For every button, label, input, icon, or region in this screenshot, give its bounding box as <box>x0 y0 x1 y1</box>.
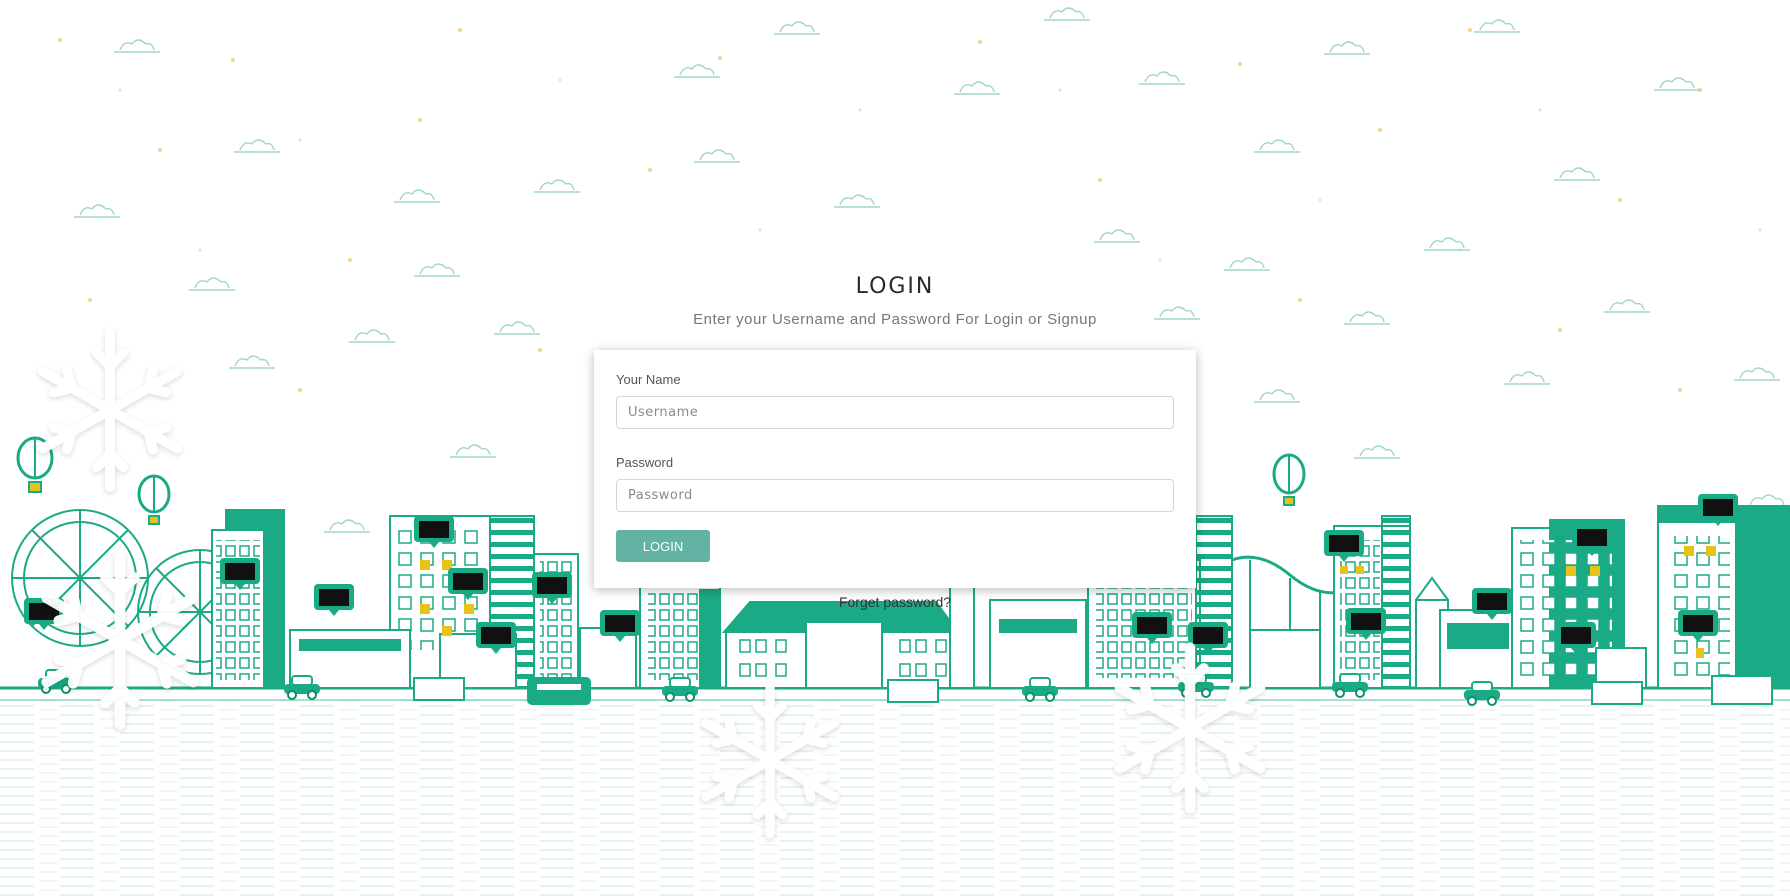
password-input[interactable] <box>616 479 1174 512</box>
password-label: Password <box>616 455 674 470</box>
username-input[interactable] <box>616 396 1174 429</box>
form-spacer <box>616 429 1174 455</box>
login-button[interactable]: LOGIN <box>616 530 710 562</box>
login-page: LOGIN Enter your Username and Password F… <box>0 0 1790 896</box>
page-subtitle: Enter your Username and Password For Log… <box>693 311 1097 328</box>
forget-password-link[interactable]: Forget password? <box>0 594 1790 610</box>
page-title: LOGIN <box>855 274 935 299</box>
login-form: Your Name Password LOGIN <box>594 350 1196 588</box>
username-label: Your Name <box>616 372 681 387</box>
